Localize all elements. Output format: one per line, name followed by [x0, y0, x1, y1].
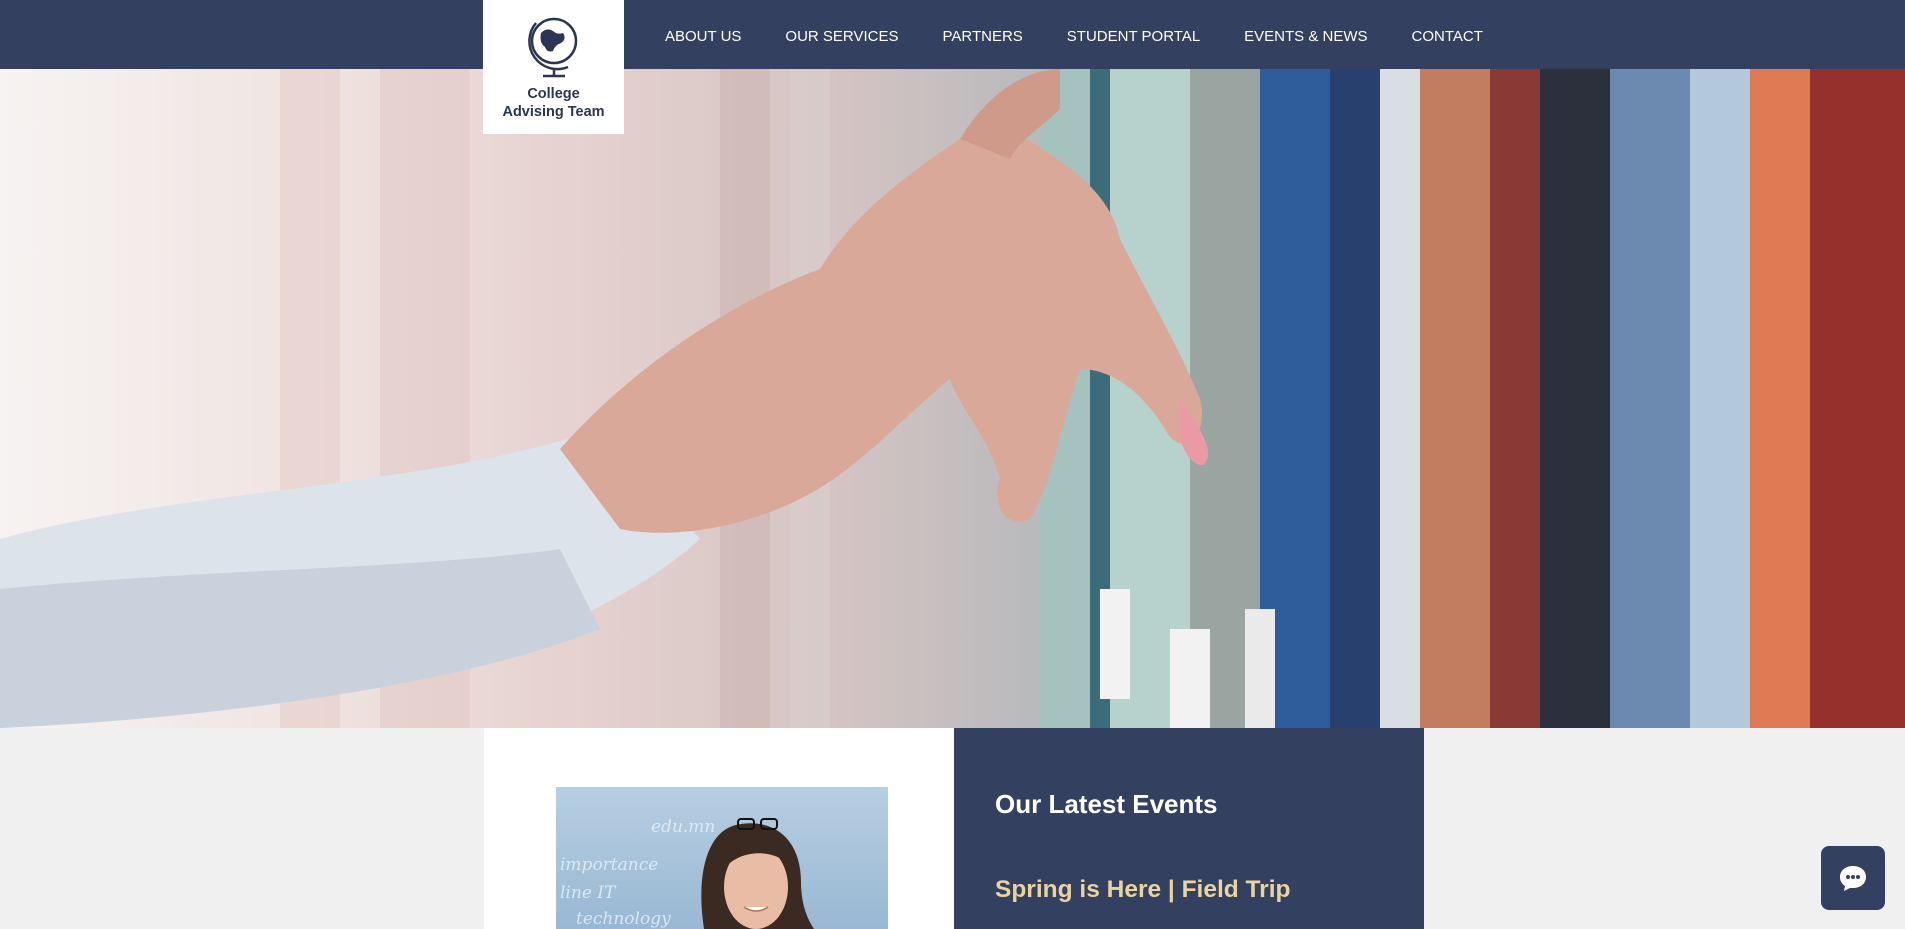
chat-button[interactable]: [1821, 846, 1885, 910]
hero-image: [0, 69, 1905, 728]
advisor-portrait: [701, 818, 814, 929]
nav-item-our-services[interactable]: OUR SERVICES: [785, 28, 898, 45]
advisor-photo: edu.mn importance line IT technology: [556, 787, 888, 929]
nav-item-contact[interactable]: CONTACT: [1412, 28, 1483, 45]
main-nav: ABOUT US OUR SERVICES PARTNERS STUDENT P…: [643, 0, 1505, 72]
nav-item-student-portal[interactable]: STUDENT PORTAL: [1067, 28, 1200, 45]
nav-item-about-us[interactable]: ABOUT US: [665, 28, 741, 45]
nav-item-events-news[interactable]: EVENTS & NEWS: [1244, 28, 1367, 45]
logo-line-2: Advising Team: [502, 104, 605, 120]
event-link[interactable]: Spring is Here | Field Trip: [995, 876, 1290, 904]
nav-item-partners[interactable]: PARTNERS: [943, 28, 1023, 45]
chat-bubble-icon: [1840, 866, 1866, 891]
events-panel: Our Latest Events Spring is Here | Field…: [954, 728, 1424, 929]
globe-icon: [527, 17, 577, 78]
site-logo[interactable]: College Advising Team: [483, 0, 624, 134]
hero-bookshelf-illustration: [0, 69, 1905, 728]
logo-line-1: College: [527, 86, 580, 102]
events-title: Our Latest Events: [995, 789, 1218, 819]
logo-text: College Advising Team: [502, 85, 604, 121]
